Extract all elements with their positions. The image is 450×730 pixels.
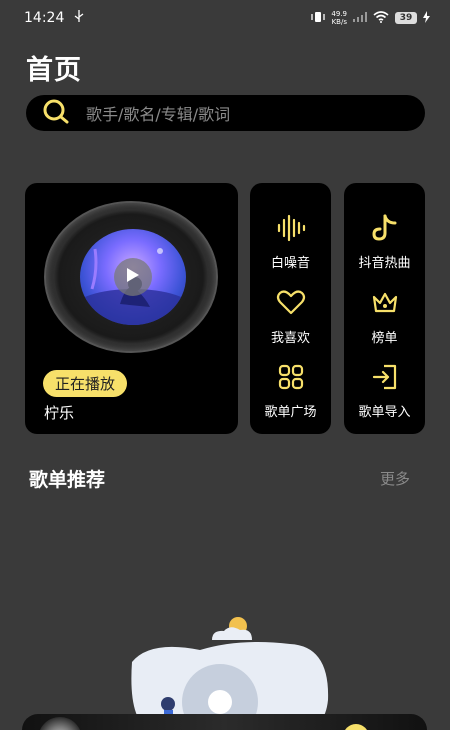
- search-input[interactable]: 歌手/歌名/专辑/歌词: [26, 95, 425, 131]
- play-button[interactable]: [114, 258, 152, 296]
- mini-player[interactable]: [22, 714, 427, 730]
- tiktok-icon: [370, 214, 400, 246]
- play-icon: [126, 267, 140, 287]
- net-speed: 49.9 KB/s: [331, 10, 347, 26]
- mini-player-play-button[interactable]: [343, 724, 369, 730]
- import-icon: [370, 363, 400, 395]
- wifi-icon: [373, 10, 389, 26]
- menu-item-douyin-hits[interactable]: 抖音热曲: [344, 214, 425, 271]
- menu-label: 歌单广场: [264, 405, 317, 420]
- section-title: 歌单推荐: [29, 469, 106, 491]
- usb-icon: [74, 10, 84, 26]
- now-playing-badge: 正在播放: [43, 370, 128, 397]
- menu-label: 榜单: [371, 331, 398, 346]
- menu-label: 白噪音: [270, 256, 310, 271]
- page-title: 首页: [26, 55, 82, 86]
- vinyl-disc: [44, 201, 218, 353]
- search-placeholder: 歌手/歌名/专辑/歌词: [86, 105, 231, 124]
- empty-state-illustration: [120, 610, 340, 730]
- net-speed-unit: KB/s: [331, 18, 347, 26]
- signal-icon: [353, 11, 367, 25]
- mini-player-disc: [38, 717, 82, 730]
- net-speed-value: 49.9: [331, 10, 347, 18]
- menu-label: 歌单导入: [358, 405, 411, 420]
- song-name: 柠乐: [44, 404, 75, 422]
- now-playing-card[interactable]: 正在播放 柠乐: [25, 183, 238, 434]
- more-link[interactable]: 更多: [380, 468, 410, 489]
- album-cover: [80, 229, 186, 325]
- vibrate-icon: [311, 11, 326, 26]
- grid-icon: [276, 363, 306, 395]
- menu-item-playlist-plaza[interactable]: 歌单广场: [250, 363, 331, 420]
- status-bar: 14:24 49.9 KB/s 39: [0, 0, 450, 36]
- sound-wave-icon: [276, 214, 306, 246]
- menu-item-white-noise[interactable]: 白噪音: [250, 214, 331, 271]
- menu-item-import-playlist[interactable]: 歌单导入: [344, 363, 425, 420]
- battery-indicator: 39: [395, 12, 417, 24]
- charging-icon: [423, 10, 430, 26]
- search-icon: [42, 98, 70, 128]
- menu-label: 抖音热曲: [358, 256, 411, 271]
- menu-item-charts[interactable]: 榜单: [344, 289, 425, 346]
- heart-icon: [276, 289, 306, 321]
- crown-icon: [370, 289, 400, 321]
- menu-item-favorites[interactable]: 我喜欢: [250, 289, 331, 346]
- menu-card-1: 白噪音 我喜欢 歌单广场: [250, 183, 331, 434]
- menu-card-2: 抖音热曲 榜单 歌单导入: [344, 183, 425, 434]
- status-time: 14:24: [24, 10, 65, 26]
- menu-label: 我喜欢: [270, 331, 310, 346]
